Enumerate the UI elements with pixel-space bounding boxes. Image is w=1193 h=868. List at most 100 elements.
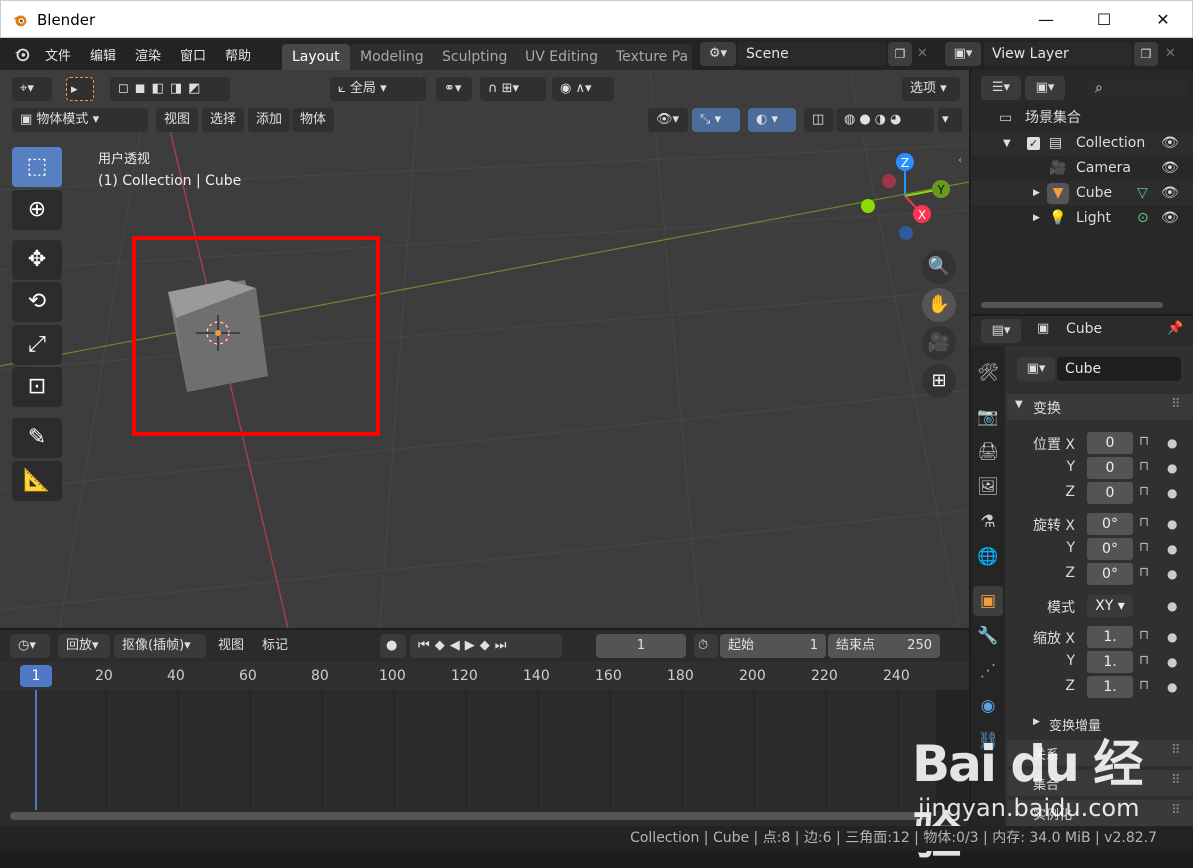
menu-view[interactable]: 视图 — [156, 108, 199, 132]
timeline-menu-marker[interactable]: 标记 — [254, 634, 296, 658]
snap-icon[interactable]: ∩ ⊞▾ — [480, 77, 546, 101]
lock-icon[interactable]: ⊓ — [1139, 484, 1149, 499]
camera-view-icon[interactable]: 🎥 — [922, 326, 956, 360]
menu-render[interactable]: 渲染 — [135, 45, 161, 64]
scale-tool-icon[interactable]: ⤢ — [12, 325, 62, 365]
view-layer-name-field[interactable]: View Layer — [984, 42, 1132, 66]
select-box-tool-icon[interactable]: ⬚ — [12, 147, 62, 187]
perspective-grid-icon[interactable]: ⊞ — [922, 364, 956, 398]
scene-tab-icon[interactable]: ⚗ — [973, 507, 1003, 537]
sidebar-toggle-icon[interactable]: ‹ — [958, 155, 962, 166]
object-tab-icon[interactable]: ▣ — [973, 586, 1003, 616]
lock-icon[interactable]: ⊓ — [1139, 459, 1149, 474]
keyframe-dot-icon[interactable]: ● — [1167, 486, 1177, 500]
outliner-scrollbar[interactable] — [981, 302, 1163, 308]
record-icon[interactable]: ● — [380, 634, 406, 658]
transform-tool-icon[interactable]: ⊡ — [12, 367, 62, 407]
expand-arrow-icon[interactable]: ▼ — [1003, 131, 1011, 156]
rotation-y-field[interactable]: 0° — [1087, 538, 1133, 560]
annotate-tool-icon[interactable]: ✎ — [12, 418, 62, 458]
menu-file[interactable]: 文件 — [45, 45, 71, 64]
new-scene-icon[interactable]: ❐ — [888, 42, 912, 66]
drag-handle-icon[interactable]: ⠿ — [1171, 397, 1181, 412]
properties-editor-type-icon[interactable]: ▤▾ — [981, 319, 1021, 343]
playback-controls-icons[interactable]: ⏮◆◀▶◆⏭ — [410, 634, 562, 658]
3d-viewport[interactable]: ⌖▾ ▸ ◻◼◧◨◩ ⟀ 全局 ▾ ⚭▾ ∩ ⊞▾ ◉ ∧▾ 选项 ▾ ▣ 物体… — [0, 70, 969, 628]
transform-panel-header[interactable]: ▼ 变换 ⠿ — [1007, 394, 1193, 420]
navigation-gizmo[interactable]: Z Y X — [856, 148, 956, 248]
keyframe-dot-icon[interactable]: ● — [1167, 517, 1177, 531]
lock-icon[interactable]: ⊓ — [1139, 565, 1149, 580]
start-frame-field[interactable]: 起始 1 — [720, 634, 826, 658]
visibility-eye-icon[interactable]: 👁 — [1161, 206, 1179, 231]
tool-tab-icon[interactable]: 🛠 — [973, 358, 1003, 388]
delete-view-layer-icon[interactable]: ✕ — [1165, 46, 1176, 61]
menu-select[interactable]: 选择 — [202, 108, 245, 132]
mesh-data-icon[interactable]: ▽ — [1137, 181, 1148, 206]
visibility-icon[interactable]: 👁▾ — [648, 108, 688, 132]
menu-edit[interactable]: 编辑 — [90, 45, 116, 64]
cursor-tool-icon[interactable]: ⊕ — [12, 190, 62, 230]
rotation-mode-select[interactable]: XY ▾ — [1087, 595, 1133, 617]
outliner-row-camera[interactable]: 🎥 Camera 👁 — [971, 156, 1193, 181]
select-tool-icon[interactable]: ▸ — [66, 77, 94, 101]
outliner-row-collection[interactable]: ▼ ✓ ▤ Collection 👁 — [971, 131, 1193, 156]
keyframe-dot-icon[interactable]: ● — [1167, 680, 1177, 694]
mode-select[interactable]: ▣ 物体模式 ▾ — [12, 108, 148, 132]
scene-name-field[interactable]: Scene — [738, 42, 886, 66]
maximize-button[interactable]: ☐ — [1084, 7, 1124, 33]
tab-texture-paint[interactable]: Texture Pa — [606, 44, 692, 70]
keyframe-dot-icon[interactable]: ● — [1167, 567, 1177, 581]
tab-uv-editing[interactable]: UV Editing — [515, 44, 609, 70]
display-mode-icon[interactable]: ▣▾ — [1025, 76, 1065, 100]
view-layer-selector-icon[interactable]: ▣▾ — [945, 42, 981, 66]
selection-mode-icons[interactable]: ◻◼◧◨◩ — [110, 77, 230, 101]
shading-mode-icons[interactable]: ◍●◑◕ — [836, 108, 934, 132]
overlay-toggle-icon[interactable]: ◐ ▾ — [748, 108, 796, 132]
menu-keying[interactable]: 抠像(插帧)▾ — [114, 634, 206, 658]
tab-modeling[interactable]: Modeling — [350, 44, 434, 70]
scale-z-field[interactable]: 1. — [1087, 676, 1133, 698]
xray-icon[interactable]: ◫ — [804, 108, 834, 132]
end-frame-field[interactable]: 结束点 250 — [828, 634, 940, 658]
move-tool-icon[interactable]: ✥ — [12, 240, 62, 280]
scene-selector-icon[interactable]: ⚙▾ — [700, 42, 736, 66]
tab-sculpting[interactable]: Sculpting — [432, 44, 518, 70]
rotate-tool-icon[interactable]: ⟲ — [12, 282, 62, 322]
timeline-editor-type-icon[interactable]: ◷▾ — [10, 634, 50, 658]
lock-icon[interactable]: ⊓ — [1139, 678, 1149, 693]
lock-icon[interactable]: ⊓ — [1139, 515, 1149, 530]
pan-hand-icon[interactable]: ✋ — [922, 288, 956, 322]
delete-scene-icon[interactable]: ✕ — [917, 46, 928, 61]
outliner-search-field[interactable]: ⌕ — [1087, 76, 1187, 100]
lock-icon[interactable]: ⊓ — [1139, 434, 1149, 449]
drag-handle-icon[interactable]: ⠿ — [1171, 803, 1181, 818]
drag-handle-icon[interactable]: ⠿ — [1171, 743, 1181, 758]
location-y-field[interactable]: 0 — [1087, 457, 1133, 479]
scale-y-field[interactable]: 1. — [1087, 651, 1133, 673]
outliner-row-light[interactable]: ▶ 💡 Light ⊙ 👁 — [971, 206, 1193, 231]
menu-add[interactable]: 添加 — [248, 108, 291, 132]
proportional-edit-icon[interactable]: ◉ ∧▾ — [552, 77, 614, 101]
timeline-scrollbar[interactable] — [10, 812, 930, 820]
editor-type-icon[interactable]: ⌖▾ — [12, 77, 52, 101]
pin-icon[interactable]: 📌 — [1167, 321, 1183, 336]
view-layer-tab-icon[interactable]: 🖼 — [973, 472, 1003, 502]
lock-icon[interactable]: ⊓ — [1139, 653, 1149, 668]
current-frame-indicator[interactable]: 1 — [20, 665, 52, 687]
scale-x-field[interactable]: 1. — [1087, 626, 1133, 648]
menu-object[interactable]: 物体 — [292, 108, 335, 132]
visibility-eye-icon[interactable]: 👁 — [1161, 156, 1179, 181]
timeline-menu-view[interactable]: 视图 — [210, 634, 252, 658]
zoom-icon[interactable]: 🔍 — [922, 250, 956, 284]
object-name-field[interactable]: Cube — [1057, 357, 1181, 381]
transform-orientation-select[interactable]: ⟀ 全局 ▾ — [330, 77, 426, 101]
menu-window[interactable]: 窗口 — [180, 45, 206, 64]
gizmo-toggle-icon[interactable]: ⤡ ▾ — [692, 108, 740, 132]
location-z-field[interactable]: 0 — [1087, 482, 1133, 504]
particles-tab-icon[interactable]: ⋰ — [973, 656, 1003, 686]
new-view-layer-icon[interactable]: ❐ — [1134, 42, 1158, 66]
outliner-row-scene-collection[interactable]: ▭ 场景集合 — [971, 106, 1193, 131]
outliner-editor-type-icon[interactable]: ☰▾ — [981, 76, 1021, 100]
location-x-field[interactable]: 0 — [1087, 432, 1133, 454]
